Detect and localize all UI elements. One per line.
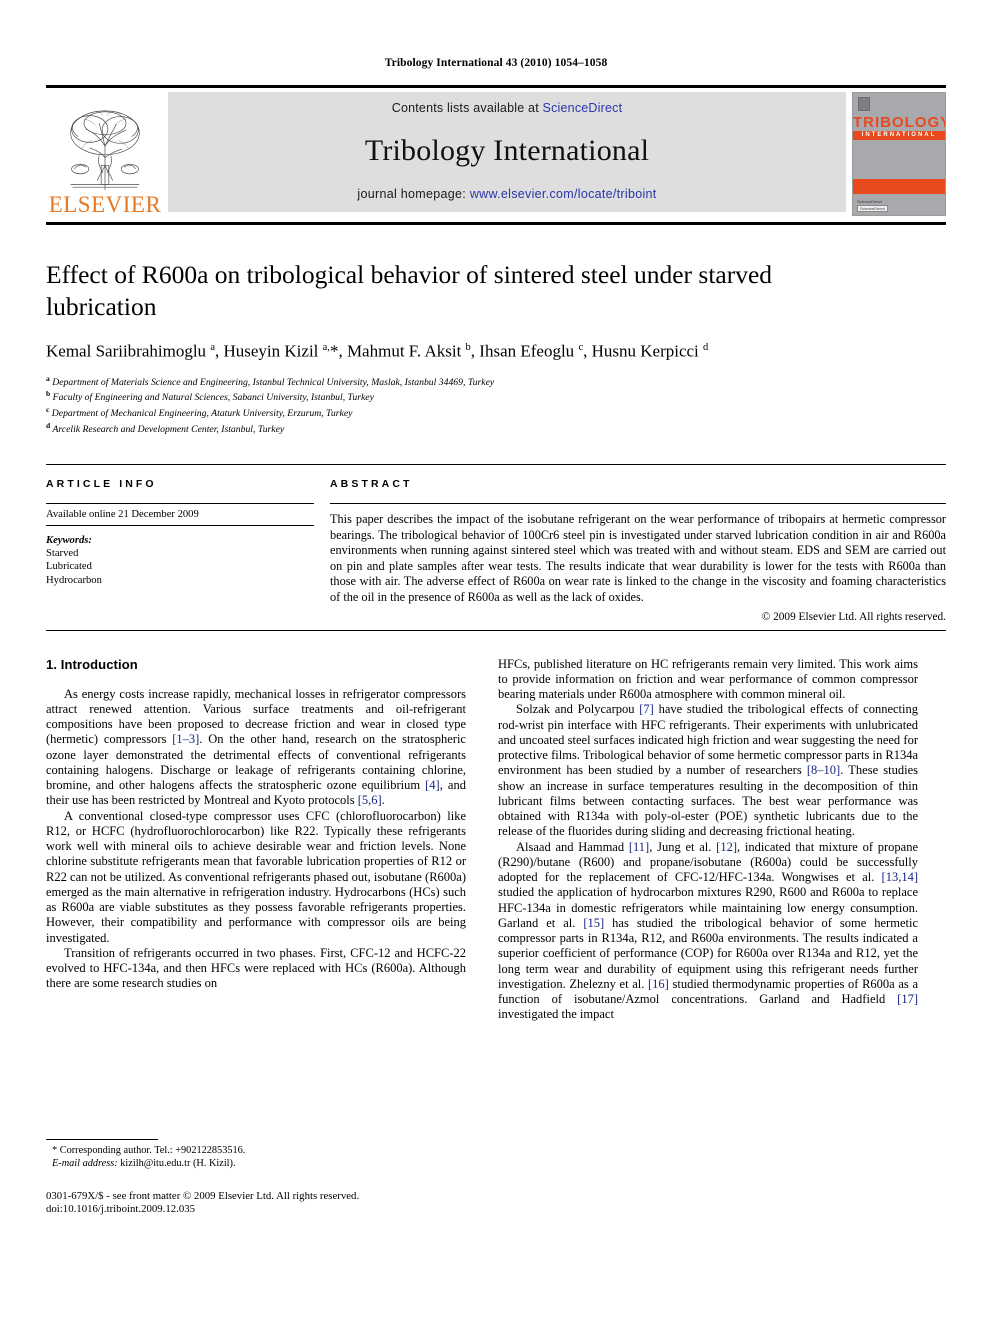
issn-copyright-block: 0301-679X/$ - see front matter © 2009 El…	[46, 1190, 466, 1217]
journal-masthead: ELSEVIER Contents lists available at Sci…	[46, 85, 946, 218]
article-info-column: ARTICLE INFO Available online 21 Decembe…	[46, 478, 330, 623]
article-history: Available online 21 December 2009	[46, 504, 314, 526]
page-title: Effect of R600a on tribological behavior…	[46, 260, 773, 321]
cover-footer: ScienceDirect ScienceDirect	[857, 199, 888, 212]
issn-line: 0301-679X/$ - see front matter © 2009 El…	[46, 1189, 360, 1202]
body-paragraph: Alsaad and Hammad [11], Jung et al. [12]…	[498, 839, 918, 1022]
contents-lists-line: Contents lists available at ScienceDirec…	[392, 101, 623, 115]
elsevier-logo: ELSEVIER	[46, 92, 164, 218]
affiliation-marker: b	[46, 389, 51, 399]
body-paragraph: As energy costs increase rapidly, mechan…	[46, 686, 466, 808]
doi-line: doi:10.1016/j.triboint.2009.12.035	[46, 1203, 196, 1216]
affiliation-text: Department of Mechanical Engineering, At…	[51, 408, 353, 420]
journal-homepage-link[interactable]: www.elsevier.com/locate/triboint	[470, 187, 657, 201]
email-label: E-mail address:	[52, 1157, 118, 1169]
sciencedirect-link[interactable]: ScienceDirect	[543, 101, 623, 115]
abstract-column: ABSTRACT This paper describes the impact…	[330, 478, 946, 623]
title-block: Effect of R600a on tribological behavior…	[46, 225, 946, 436]
affiliation-marker: a	[46, 373, 50, 383]
journal-title: Tribology International	[364, 134, 650, 167]
abstract-text: This paper describes the impact of the i…	[330, 511, 946, 604]
affiliation-marker: d	[46, 421, 51, 431]
cover-title: TRIBOLOGY	[853, 114, 946, 131]
cover-orange-band	[853, 179, 945, 194]
keyword-item: Lubricated	[46, 561, 92, 573]
homepage-prefix: journal homepage:	[357, 187, 470, 201]
section-heading-introduction: 1. Introduction	[46, 656, 138, 672]
affiliation-item: c Department of Mechanical Engineering, …	[46, 404, 946, 420]
email-note: E-mail address: kizilh@itu.edu.tr (H. Ki…	[46, 1157, 466, 1170]
keywords-label: Keywords:	[46, 534, 92, 546]
affiliation-text: Faculty of Engineering and Natural Scien…	[52, 392, 374, 404]
keywords-block: Keywords: Starved Lubricated Hydrocarbon	[46, 534, 314, 587]
body-paragraph: Transition of refrigerants occurred in t…	[46, 945, 466, 991]
keyword-item: Hydrocarbon	[46, 574, 102, 586]
affiliation-text: Arcelik Research and Development Center,…	[52, 424, 285, 436]
corresponding-author-note: * Corresponding author. Tel.: +902122853…	[52, 1144, 246, 1156]
elsevier-wordmark: ELSEVIER	[48, 192, 162, 217]
affiliation-list: a Department of Materials Science and En…	[46, 373, 946, 436]
cover-subtitle: INTERNATIONAL	[853, 131, 945, 140]
email-value: kizilh@itu.edu.tr (H. Kizil).	[117, 1157, 236, 1169]
affiliation-item: d Arcelik Research and Development Cente…	[46, 420, 946, 436]
copyright-line: © 2009 Elsevier Ltd. All rights reserved…	[761, 610, 946, 623]
body-paragraph: Solzak and Polycarpou [7] have studied t…	[498, 702, 918, 839]
body-paragraph: HFCs, published literature on HC refrige…	[498, 656, 918, 702]
info-bottom-rule	[46, 629, 946, 631]
article-info-abstract-block: ARTICLE INFO Available online 21 Decembe…	[46, 463, 946, 623]
author-list: Kemal Sariibrahimoglu a, Huseyin Kizil a…	[46, 341, 709, 361]
cover-corner-block	[858, 97, 870, 111]
journal-band: Contents lists available at ScienceDirec…	[168, 92, 846, 212]
paper-page: Tribology International 43 (2010) 1054–1…	[0, 0, 992, 1323]
affiliation-text: Department of Materials Science and Engi…	[52, 376, 495, 388]
abstract-heading: ABSTRACT	[330, 477, 413, 490]
right-column: HFCs, published literature on HC refrige…	[498, 657, 918, 1217]
elsevier-tree-icon	[70, 110, 140, 191]
body-columns: 1. Introduction As energy costs increase…	[46, 657, 946, 1217]
footnote-rule	[46, 1138, 158, 1140]
keyword-item: Starved	[46, 548, 79, 560]
cover-footer-badge: ScienceDirect	[857, 205, 888, 212]
left-column: 1. Introduction As energy costs increase…	[46, 657, 466, 1217]
affiliation-marker: c	[46, 405, 50, 415]
journal-homepage-line: journal homepage: www.elsevier.com/locat…	[357, 187, 656, 201]
cover-footer-line: ScienceDirect	[857, 199, 882, 204]
affiliation-item: b Faculty of Engineering and Natural Sci…	[46, 388, 946, 404]
journal-cover-thumbnail: TRIBOLOGY INTERNATIONAL ScienceDirect Sc…	[852, 92, 946, 216]
contents-prefix: Contents lists available at	[391, 101, 543, 115]
article-info-heading: ARTICLE INFO	[46, 477, 157, 490]
running-head: Tribology International 43 (2010) 1054–1…	[384, 57, 608, 69]
affiliation-item: a Department of Materials Science and En…	[46, 373, 946, 389]
footnote-zone: * Corresponding author. Tel.: +902122853…	[46, 1138, 466, 1217]
body-paragraph: A conventional closed-type compressor us…	[46, 808, 466, 945]
